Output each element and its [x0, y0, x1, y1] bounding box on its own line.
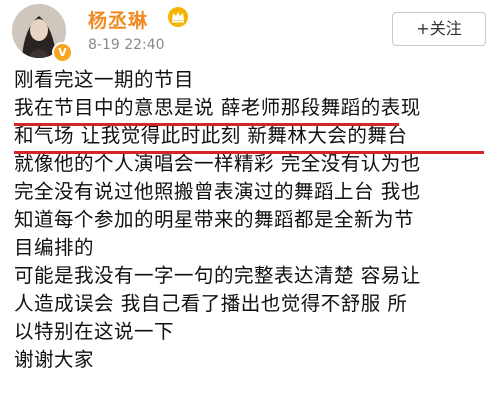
post-line: 我在节目中的意思是说 薛老师那段舞蹈的表现 — [14, 96, 421, 119]
username[interactable]: 杨丞琳 — [88, 6, 148, 33]
post-line: 刚看完这一期的节目 — [14, 68, 195, 91]
post-line: 可能是我没有一字一句的完整表达清楚 容易让 — [14, 264, 421, 287]
crown-icon — [168, 7, 188, 27]
post-header: V 杨丞琳 8-19 22:40 +关注 — [0, 0, 500, 63]
post-line: 谢谢大家 — [14, 348, 95, 371]
post-line: 目编排的 — [14, 236, 95, 259]
post-body: 刚看完这一期的节目 我在节目中的意思是说 薛老师那段舞蹈的表现 和气场 让我觉得… — [14, 66, 490, 374]
post-line: 和气场 让我觉得此时此刻 新舞林大会的舞台 — [14, 124, 408, 147]
post-line: 知道每个参加的明星带来的舞蹈都是全新为节 — [14, 208, 415, 231]
post-line: 人造成误会 我自己看了播出也觉得不舒服 所 — [14, 292, 408, 315]
follow-button[interactable]: +关注 — [392, 12, 486, 46]
post-line: 就像他的个人演唱会一样精彩 完全没有认为也 — [14, 152, 421, 175]
verified-badge-icon: V — [52, 42, 73, 63]
highlight-underline — [14, 123, 399, 126]
post-timestamp: 8-19 22:40 — [88, 37, 165, 53]
post-line: 完全没有说过他照搬曾表演过的舞蹈上台 我也 — [14, 180, 421, 203]
highlight-underline — [14, 151, 484, 154]
post-line: 以特别在这说一下 — [14, 320, 175, 343]
